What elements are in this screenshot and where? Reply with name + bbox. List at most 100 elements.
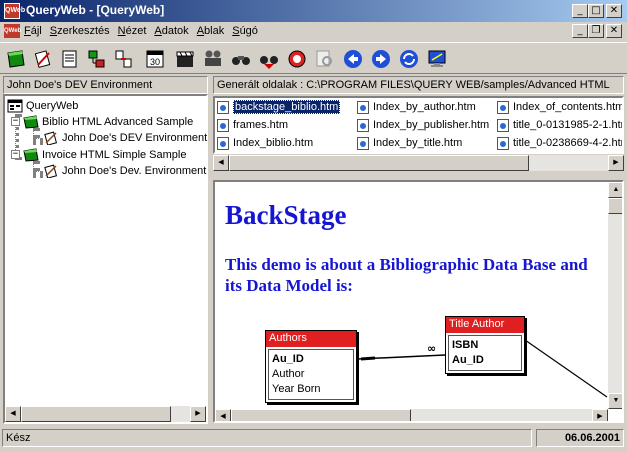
file-item[interactable]: Index_of_contents.htm xyxy=(497,99,622,115)
file-item[interactable]: frames.htm xyxy=(217,117,288,133)
tree-label-biblio-env: John Doe's DEV Environment xyxy=(62,132,208,144)
menu-help[interactable]: Súgó xyxy=(232,25,258,37)
authors-table-name: Authors xyxy=(266,331,356,347)
file-item[interactable]: title_0-0131985-2-1.htm xyxy=(497,117,624,133)
left-panel-header: John Doe's DEV Environment xyxy=(3,76,208,94)
scroll-thumb[interactable] xyxy=(229,155,529,171)
refresh-icon xyxy=(400,50,418,68)
environment-icon xyxy=(44,131,58,145)
file-item[interactable]: title_0-0238669-4-2.htm xyxy=(497,135,624,151)
tree-item-invoice[interactable]: Invoice HTML Simple Sample xyxy=(23,147,186,163)
file-name: title_0-0238669-4-2.htm xyxy=(513,137,624,149)
html-preview[interactable]: BackStage This demo is about a Bibliogra… xyxy=(213,180,624,423)
tree-label-biblio: Biblio HTML Advanced Sample xyxy=(42,116,194,128)
generated-pages-header: Generált oldalak : C:\PROGRAM FILES\QUER… xyxy=(213,76,624,94)
projector-icon xyxy=(205,50,221,66)
find-next-icon xyxy=(260,56,278,69)
file-name: Index_biblio.htm xyxy=(233,137,314,149)
scroll-left-button[interactable]: ◀ xyxy=(213,155,229,171)
tree-expander-biblio[interactable]: − xyxy=(11,117,20,126)
scroll-thumb[interactable] xyxy=(21,406,171,422)
file-item[interactable]: Index_by_author.htm xyxy=(357,99,476,115)
menu-edit[interactable]: Szerkesztés xyxy=(50,25,110,37)
new-project-button[interactable] xyxy=(3,46,29,72)
binoculars-button[interactable] xyxy=(228,46,254,72)
menu-window[interactable]: Ablak xyxy=(197,25,225,37)
project-tree[interactable]: QueryWeb − Biblio HTML Advanced Sample J… xyxy=(3,94,208,424)
html-file-icon xyxy=(497,100,509,114)
child-restore-button[interactable]: ❐ xyxy=(588,24,604,38)
scroll-right-button[interactable]: ▶ xyxy=(190,406,206,422)
tree-label-invoice-env: John Doe's Dev. Environment xyxy=(62,165,207,177)
file-name: title_0-0131985-2-1.htm xyxy=(513,119,624,131)
refresh-button[interactable] xyxy=(396,46,422,72)
preview-vscrollbar[interactable]: ▲ ▼ xyxy=(608,182,622,409)
monitor-button[interactable] xyxy=(424,46,450,72)
binoculars-icon xyxy=(232,56,250,65)
html-file-icon xyxy=(217,118,229,132)
menu-bar: QWeb Fájl Szerkesztés Nézet Adatok Ablak… xyxy=(0,22,627,40)
scroll-left-button[interactable]: ◀ xyxy=(5,406,21,422)
preview-icon xyxy=(316,50,332,67)
status-date: 06.06.2001 xyxy=(536,429,624,447)
toolbar: 30 xyxy=(0,42,627,74)
preview-hscrollbar[interactable]: ◀ ▶ xyxy=(215,409,608,421)
link-button[interactable] xyxy=(111,46,137,72)
tree-item-biblio-env[interactable]: John Doe's DEV Environment xyxy=(43,130,207,146)
menu-file[interactable]: Fájl xyxy=(24,25,42,37)
table-field: Year Born xyxy=(272,383,321,395)
scroll-thumb[interactable] xyxy=(231,409,411,421)
file-item[interactable]: Index_by_title.htm xyxy=(357,135,462,151)
find-next-button[interactable] xyxy=(256,46,282,72)
forward-button[interactable] xyxy=(368,46,394,72)
minimize-button[interactable]: _ xyxy=(572,4,588,18)
calendar-button[interactable]: 30 xyxy=(142,46,168,72)
tree-hscrollbar[interactable]: ◀ ▶ xyxy=(5,406,206,422)
tree-item-biblio[interactable]: Biblio HTML Advanced Sample xyxy=(23,114,193,130)
html-file-icon xyxy=(357,118,369,132)
child-window-icon[interactable]: QWeb xyxy=(4,24,21,38)
menu-view[interactable]: Nézet xyxy=(118,25,147,37)
edit-button[interactable] xyxy=(30,46,56,72)
new-icon xyxy=(7,50,25,68)
child-close-button[interactable]: ✕ xyxy=(606,24,622,38)
maximize-button[interactable]: □ xyxy=(588,4,604,18)
back-button[interactable] xyxy=(340,46,366,72)
scroll-up-button[interactable]: ▲ xyxy=(608,182,622,198)
file-item[interactable]: backstage_biblio.htm xyxy=(217,99,341,115)
tree-label-invoice: Invoice HTML Simple Sample xyxy=(42,149,187,161)
menu-data[interactable]: Adatok xyxy=(154,25,188,37)
status-text: Kész xyxy=(2,429,532,447)
projector-button[interactable] xyxy=(200,46,226,72)
scroll-right-button[interactable]: ▶ xyxy=(608,155,624,171)
table-field: ISBN xyxy=(452,339,479,351)
files-hscrollbar[interactable]: ◀ ▶ xyxy=(213,155,624,171)
status-bar: Kész 06.06.2001 xyxy=(0,427,627,449)
html-file-icon xyxy=(357,100,369,114)
help-icon xyxy=(288,50,306,68)
file-name: Index_by_author.htm xyxy=(373,101,476,113)
tree-button[interactable] xyxy=(84,46,110,72)
calendar-icon: 30 xyxy=(146,50,164,68)
html-file-icon xyxy=(497,136,509,150)
file-item[interactable]: Index_by_publisher.htm xyxy=(357,117,489,133)
close-button[interactable]: ✕ xyxy=(606,4,622,18)
child-minimize-button[interactable]: _ xyxy=(572,24,588,38)
environment-icon xyxy=(44,164,58,178)
scroll-down-button[interactable]: ▼ xyxy=(608,393,622,409)
document-button[interactable] xyxy=(57,46,83,72)
preview-button[interactable] xyxy=(312,46,338,72)
scroll-left-button[interactable]: ◀ xyxy=(215,409,231,421)
tree-item-root[interactable]: QueryWeb xyxy=(7,98,78,114)
scroll-right-button[interactable]: ▶ xyxy=(592,409,608,421)
generated-files-list[interactable]: backstage_biblio.htm Index_by_author.htm… xyxy=(213,96,624,154)
app-icon[interactable]: QWeb xyxy=(4,3,25,19)
html-file-icon xyxy=(357,136,369,150)
help-button[interactable] xyxy=(284,46,310,72)
tree-expander-invoice[interactable]: − xyxy=(11,150,20,159)
clapper-button[interactable] xyxy=(172,46,198,72)
tree-item-invoice-env[interactable]: John Doe's Dev. Environment xyxy=(43,163,206,179)
scroll-thumb[interactable] xyxy=(608,198,622,214)
html-file-icon xyxy=(217,136,229,150)
file-item[interactable]: Index_biblio.htm xyxy=(217,135,313,151)
